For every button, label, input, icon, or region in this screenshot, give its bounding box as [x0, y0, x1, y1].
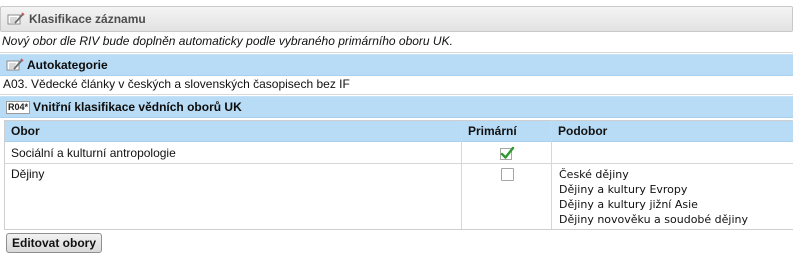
table-row-obor: Dějiny: [11, 167, 45, 181]
section-title: Klasifikace záznamu: [29, 12, 146, 26]
internal-classification-header: R04* Vnitřní klasifikace vědních oborů U…: [0, 96, 793, 118]
checkmark-icon: [500, 146, 515, 160]
subfield-item: Dějiny a kultury jižní Asie: [559, 198, 698, 211]
divider: [0, 52, 793, 53]
column-header-obor: Obor: [11, 124, 40, 138]
autokategorie-title: Autokategorie: [27, 58, 108, 72]
column-divider: [461, 121, 462, 229]
edit-fields-button[interactable]: Editovat obory: [6, 233, 103, 253]
edit-note-icon: [7, 12, 25, 26]
column-header-primarni: Primární: [468, 124, 517, 138]
autokategorie-header: Autokategorie: [0, 54, 793, 76]
subfield-item: Dějiny novověku a soudobé dějiny: [559, 213, 749, 226]
column-header-podobor: Podobor: [558, 124, 608, 138]
primary-checkbox-checked[interactable]: [499, 146, 515, 160]
subfield-item: České dějiny: [559, 168, 629, 181]
subfield-item: Dějiny a kultury Evropy: [559, 183, 688, 196]
table-header-row: Obor Primární Podobor: [5, 121, 793, 142]
column-divider: [551, 121, 552, 229]
internal-classification-title: Vnitřní klasifikace vědních oborů UK: [33, 100, 242, 114]
section-header: Klasifikace záznamu: [0, 6, 793, 32]
table-row-obor: Sociální a kulturní antropologie: [11, 146, 176, 160]
r04-badge: R04*: [6, 100, 31, 114]
primary-checkbox[interactable]: [501, 168, 514, 181]
classification-panel: Klasifikace záznamu Nový obor dle RIV bu…: [0, 0, 793, 260]
riv-note: Nový obor dle RIV bude doplněn automatic…: [2, 34, 453, 48]
fields-table: Obor Primární Podobor Sociální a kulturn…: [4, 120, 793, 230]
row-divider: [5, 163, 793, 164]
subfield-list: České dějiny Dějiny a kultury Evropy Děj…: [559, 167, 748, 227]
edit-note-icon: [6, 58, 24, 72]
autokategorie-value: A03. Vědecké články v českých a slovensk…: [3, 77, 350, 91]
divider: [0, 94, 793, 95]
